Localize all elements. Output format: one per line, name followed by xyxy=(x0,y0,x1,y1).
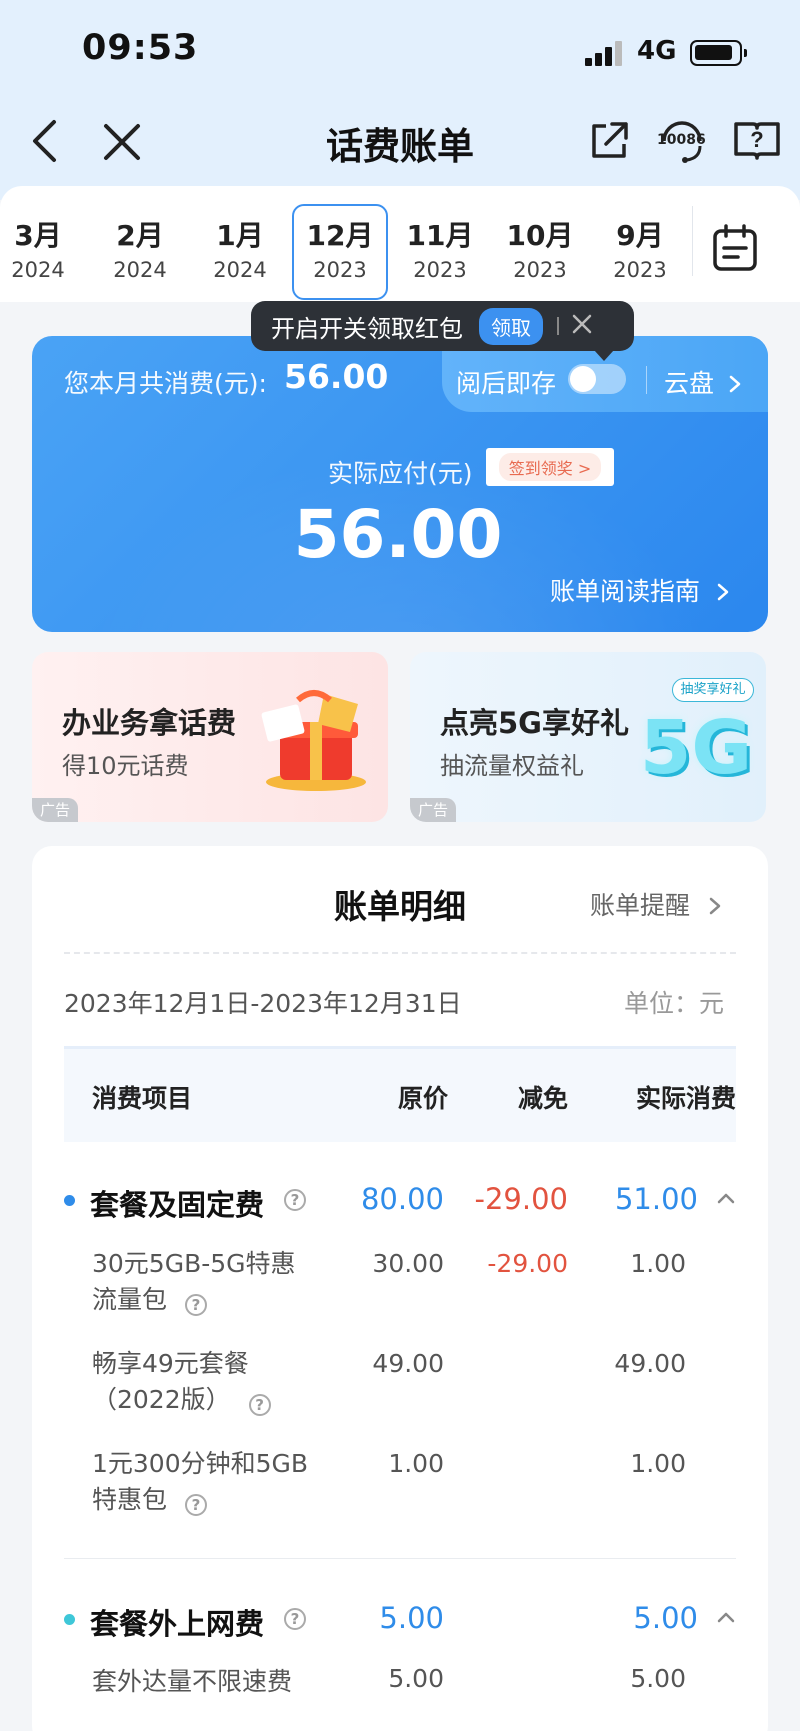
section-actual: 51.00 xyxy=(614,1182,698,1216)
item-original: 1.00 xyxy=(388,1449,444,1478)
item-original: 30.00 xyxy=(372,1249,444,1278)
ad-subtitle: 得10元话费 xyxy=(62,752,189,780)
currency-unit: 单位：元 xyxy=(623,989,724,1018)
column-header-original: 原价 xyxy=(398,1084,449,1113)
help-icon[interactable]: ? xyxy=(284,1189,306,1211)
list-item-name: 套外达量不限速费 xyxy=(92,1667,293,1696)
bill-reminder-link[interactable]: 账单提醒 xyxy=(590,886,722,922)
billing-period: 2023年12月1日-2023年12月31日 xyxy=(64,989,462,1018)
month-tabs: 3月 2024 2月 2024 1月 2024 12月 2023 11月 202… xyxy=(0,186,800,302)
tooltip-separator xyxy=(557,317,559,335)
monthly-spend-amount: 56.00 xyxy=(284,357,389,396)
month-tab-2024-01[interactable]: 1月 2024 xyxy=(192,204,288,300)
section-actual: 5.00 xyxy=(633,1601,698,1635)
bill-guide-link[interactable]: 账单阅读指南 xyxy=(550,572,730,608)
section-package-fixed: 套餐及固定费 xyxy=(90,1188,265,1222)
5g-logo: 5G xyxy=(639,705,753,791)
section-divider xyxy=(64,1558,736,1559)
table-header: 消费项目 原价 减免 实际消费 xyxy=(64,1046,736,1142)
service-icon-label: 10086 xyxy=(657,132,706,148)
month-tab-2024-03[interactable]: 3月 2024 xyxy=(0,204,86,300)
calendar-icon[interactable] xyxy=(710,222,760,274)
list-item-name: 1元300分钟和5GB 特惠包? xyxy=(92,1449,309,1516)
column-header-item: 消费项目 xyxy=(92,1084,193,1113)
column-header-discount: 减免 xyxy=(518,1084,569,1113)
ad-badge: 抽奖享好礼 xyxy=(672,678,754,702)
read-save-label: 阅后即存 xyxy=(456,369,557,398)
chevron-up-icon[interactable] xyxy=(716,1190,736,1206)
chevron-right-icon xyxy=(709,897,721,915)
item-original: 5.00 xyxy=(388,1664,444,1693)
ad-title: 点亮5G享好礼 xyxy=(440,706,629,740)
ad-card-business[interactable]: 办业务拿话费 得10元话费 广告 xyxy=(32,652,388,822)
bill-detail-card: 账单明细 账单提醒 2023年12月1日-2023年12月31日 单位：元 消费… xyxy=(32,846,768,1731)
tooltip-claim-button[interactable]: 领取 xyxy=(479,307,543,345)
red-packet-tooltip: 开启开关领取红包 领取 xyxy=(251,301,634,351)
customer-service-icon[interactable]: 10086 xyxy=(655,114,709,168)
list-item-name: 畅享49元套餐 （2022版）? xyxy=(92,1346,271,1418)
header-separator xyxy=(646,366,647,394)
monthly-spend-label: 您本月共消费(元): xyxy=(64,369,267,398)
help-icon[interactable]: ? xyxy=(284,1608,306,1630)
chevron-right-icon xyxy=(729,375,741,393)
section-dot xyxy=(64,1195,75,1206)
svg-text:?: ? xyxy=(750,127,763,152)
share-icon[interactable] xyxy=(586,118,632,164)
read-save-toggle[interactable] xyxy=(568,364,626,394)
cloud-drive-link[interactable]: 云盘 xyxy=(664,364,742,400)
section-extra-data: 套餐外上网费 xyxy=(90,1607,265,1641)
ad-subtitle: 抽流量权益礼 xyxy=(440,752,584,780)
item-actual: 1.00 xyxy=(630,1249,686,1278)
section-original: 5.00 xyxy=(379,1601,444,1635)
month-tab-2023-09[interactable]: 9月 2023 xyxy=(592,204,688,300)
section-original: 80.00 xyxy=(360,1182,444,1216)
network-type: 4G xyxy=(637,36,677,66)
ad-tag: 广告 xyxy=(410,798,456,822)
item-original: 49.00 xyxy=(372,1349,444,1378)
actual-payable-label: 实际应付(元) xyxy=(328,459,473,488)
column-header-actual: 实际消费 xyxy=(636,1084,737,1113)
bill-summary-card: 您本月共消费(元): 56.00 阅后即存 云盘 实际应付(元) 签到领奖 > … xyxy=(32,336,768,632)
battery-icon xyxy=(690,40,747,66)
section-dot xyxy=(64,1614,75,1625)
item-actual: 5.00 xyxy=(630,1664,686,1693)
month-tab-2024-02[interactable]: 2月 2024 xyxy=(92,204,188,300)
item-discount: -29.00 xyxy=(487,1249,568,1278)
help-icon[interactable]: ? xyxy=(185,1294,208,1316)
status-time: 09:53 xyxy=(82,28,199,68)
signal-icon xyxy=(585,40,625,66)
item-actual: 1.00 xyxy=(630,1449,686,1478)
month-tab-2023-10[interactable]: 10月 2023 xyxy=(492,204,588,300)
list-item-name: 30元5GB-5G特惠 流量包? xyxy=(92,1249,296,1316)
help-icon[interactable]: ? xyxy=(248,1394,271,1416)
section-discount: -29.00 xyxy=(474,1182,569,1216)
help-book-icon[interactable]: ? xyxy=(733,120,781,162)
ad-card-5g[interactable]: 点亮5G享好礼 抽流量权益礼 抽奖享好礼 5G 广告 xyxy=(410,652,766,822)
help-icon[interactable]: ? xyxy=(185,1494,208,1516)
item-actual: 49.00 xyxy=(614,1349,686,1378)
tooltip-arrow xyxy=(594,350,614,361)
ad-title: 办业务拿话费 xyxy=(62,706,237,740)
chevron-up-icon[interactable] xyxy=(716,1609,736,1625)
actual-payable-amount: 56.00 xyxy=(293,496,503,573)
tooltip-text: 开启开关领取红包 xyxy=(271,314,463,343)
gift-box-icon xyxy=(261,690,366,791)
chevron-right-icon xyxy=(717,583,729,601)
month-tab-2023-12[interactable]: 12月 2023 xyxy=(292,204,388,300)
tooltip-close-icon[interactable] xyxy=(571,313,593,339)
dashed-divider xyxy=(64,952,736,954)
sign-in-reward-button[interactable]: 签到领奖 > xyxy=(486,448,614,486)
month-tab-2023-11[interactable]: 11月 2023 xyxy=(392,204,488,300)
ad-tag: 广告 xyxy=(32,798,78,822)
tab-divider xyxy=(692,206,693,276)
